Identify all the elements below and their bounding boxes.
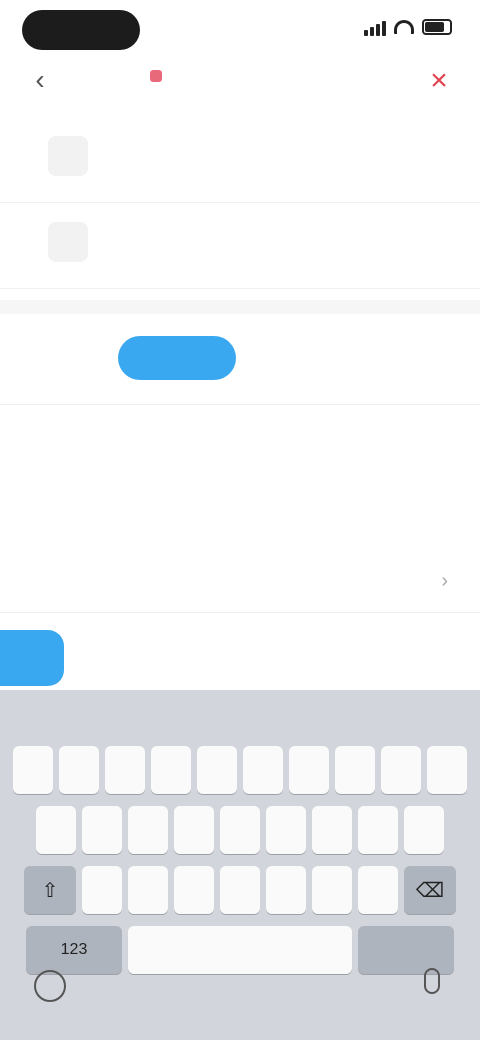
keyboard-bottom-bar	[0, 940, 480, 1040]
tab-secondary[interactable]	[254, 336, 302, 380]
key[interactable]	[220, 866, 260, 914]
globe-icon[interactable]	[34, 970, 66, 1002]
go-button[interactable]	[0, 630, 64, 686]
key[interactable]	[266, 866, 306, 914]
app-header: ‹ ×	[0, 52, 480, 112]
key[interactable]	[243, 746, 283, 794]
key[interactable]	[289, 746, 329, 794]
chevron-right-icon[interactable]: ›	[441, 570, 448, 593]
key[interactable]	[404, 806, 444, 854]
key[interactable]	[312, 866, 352, 914]
status-time	[22, 10, 140, 50]
key[interactable]	[335, 746, 375, 794]
wifi-icon	[394, 20, 414, 34]
key[interactable]	[220, 806, 260, 854]
key[interactable]	[312, 806, 352, 854]
backspace-key[interactable]: ⌫	[404, 866, 456, 914]
keyboard-row-2	[0, 806, 480, 854]
key[interactable]	[197, 746, 237, 794]
key[interactable]	[105, 746, 145, 794]
key[interactable]	[266, 806, 306, 854]
divider	[0, 612, 480, 613]
status-icons	[364, 18, 452, 36]
key[interactable]	[174, 806, 214, 854]
key[interactable]	[82, 806, 122, 854]
close-icon[interactable]: ×	[422, 64, 456, 98]
key[interactable]	[82, 866, 122, 914]
keyboard-suggestions	[0, 690, 480, 738]
status-bar	[0, 0, 480, 60]
address-row-end[interactable]	[0, 202, 480, 289]
tab-primary[interactable]	[118, 336, 236, 380]
microphone-icon[interactable]	[424, 968, 440, 994]
shift-key[interactable]: ⇧	[24, 866, 76, 914]
key[interactable]	[358, 806, 398, 854]
key[interactable]	[13, 746, 53, 794]
divider	[0, 404, 480, 405]
battery-icon	[422, 19, 452, 35]
key[interactable]	[427, 746, 467, 794]
keyboard-row-3: ⇧ ⌫	[0, 866, 480, 914]
key[interactable]	[36, 806, 76, 854]
section-divider	[0, 300, 480, 314]
signal-icon	[364, 18, 386, 36]
key[interactable]	[174, 866, 214, 914]
start-pin-icon	[48, 136, 88, 176]
end-pin-icon	[48, 222, 88, 262]
address-row-start[interactable]	[0, 116, 480, 203]
key[interactable]	[381, 746, 421, 794]
key[interactable]	[128, 866, 168, 914]
key[interactable]	[358, 866, 398, 914]
route-tabs	[118, 336, 302, 380]
key[interactable]	[59, 746, 99, 794]
key[interactable]	[128, 806, 168, 854]
key[interactable]	[151, 746, 191, 794]
header-brand	[150, 70, 178, 82]
keyboard-row-1	[0, 746, 480, 794]
brand-logo-icon	[150, 70, 162, 82]
back-icon[interactable]: ‹	[26, 64, 54, 95]
